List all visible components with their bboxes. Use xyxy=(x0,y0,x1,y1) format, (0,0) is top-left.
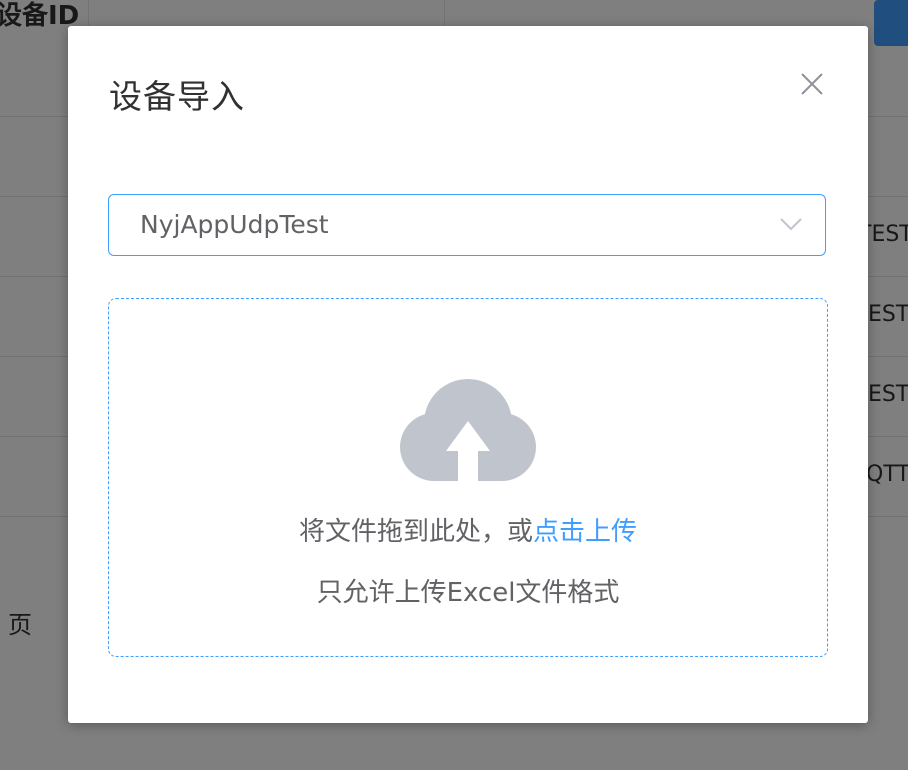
upload-tip: 只允许上传Excel文件格式 xyxy=(316,578,620,608)
product-select[interactable]: NyjAppUdpTest xyxy=(108,194,826,256)
select-value: NyjAppUdpTest xyxy=(140,210,329,239)
upload-hint-text: 将文件拖到此处，或 xyxy=(298,517,533,547)
upload-dropzone[interactable]: 将文件拖到此处，或点击上传 只允许上传Excel文件格式 xyxy=(108,298,828,657)
cloud-upload-icon xyxy=(400,379,536,481)
click-upload-link[interactable]: 点击上传 xyxy=(533,517,637,547)
chevron-down-icon xyxy=(780,218,802,231)
close-icon xyxy=(801,73,823,95)
upload-hint: 将文件拖到此处，或点击上传 xyxy=(109,511,827,548)
close-button[interactable] xyxy=(798,70,826,98)
dialog-title: 设备导入 xyxy=(109,77,245,116)
device-import-dialog: 设备导入 NyjAppUdpTest 将文件拖到此处，或点击上传 只允许上传Ex… xyxy=(68,26,868,723)
